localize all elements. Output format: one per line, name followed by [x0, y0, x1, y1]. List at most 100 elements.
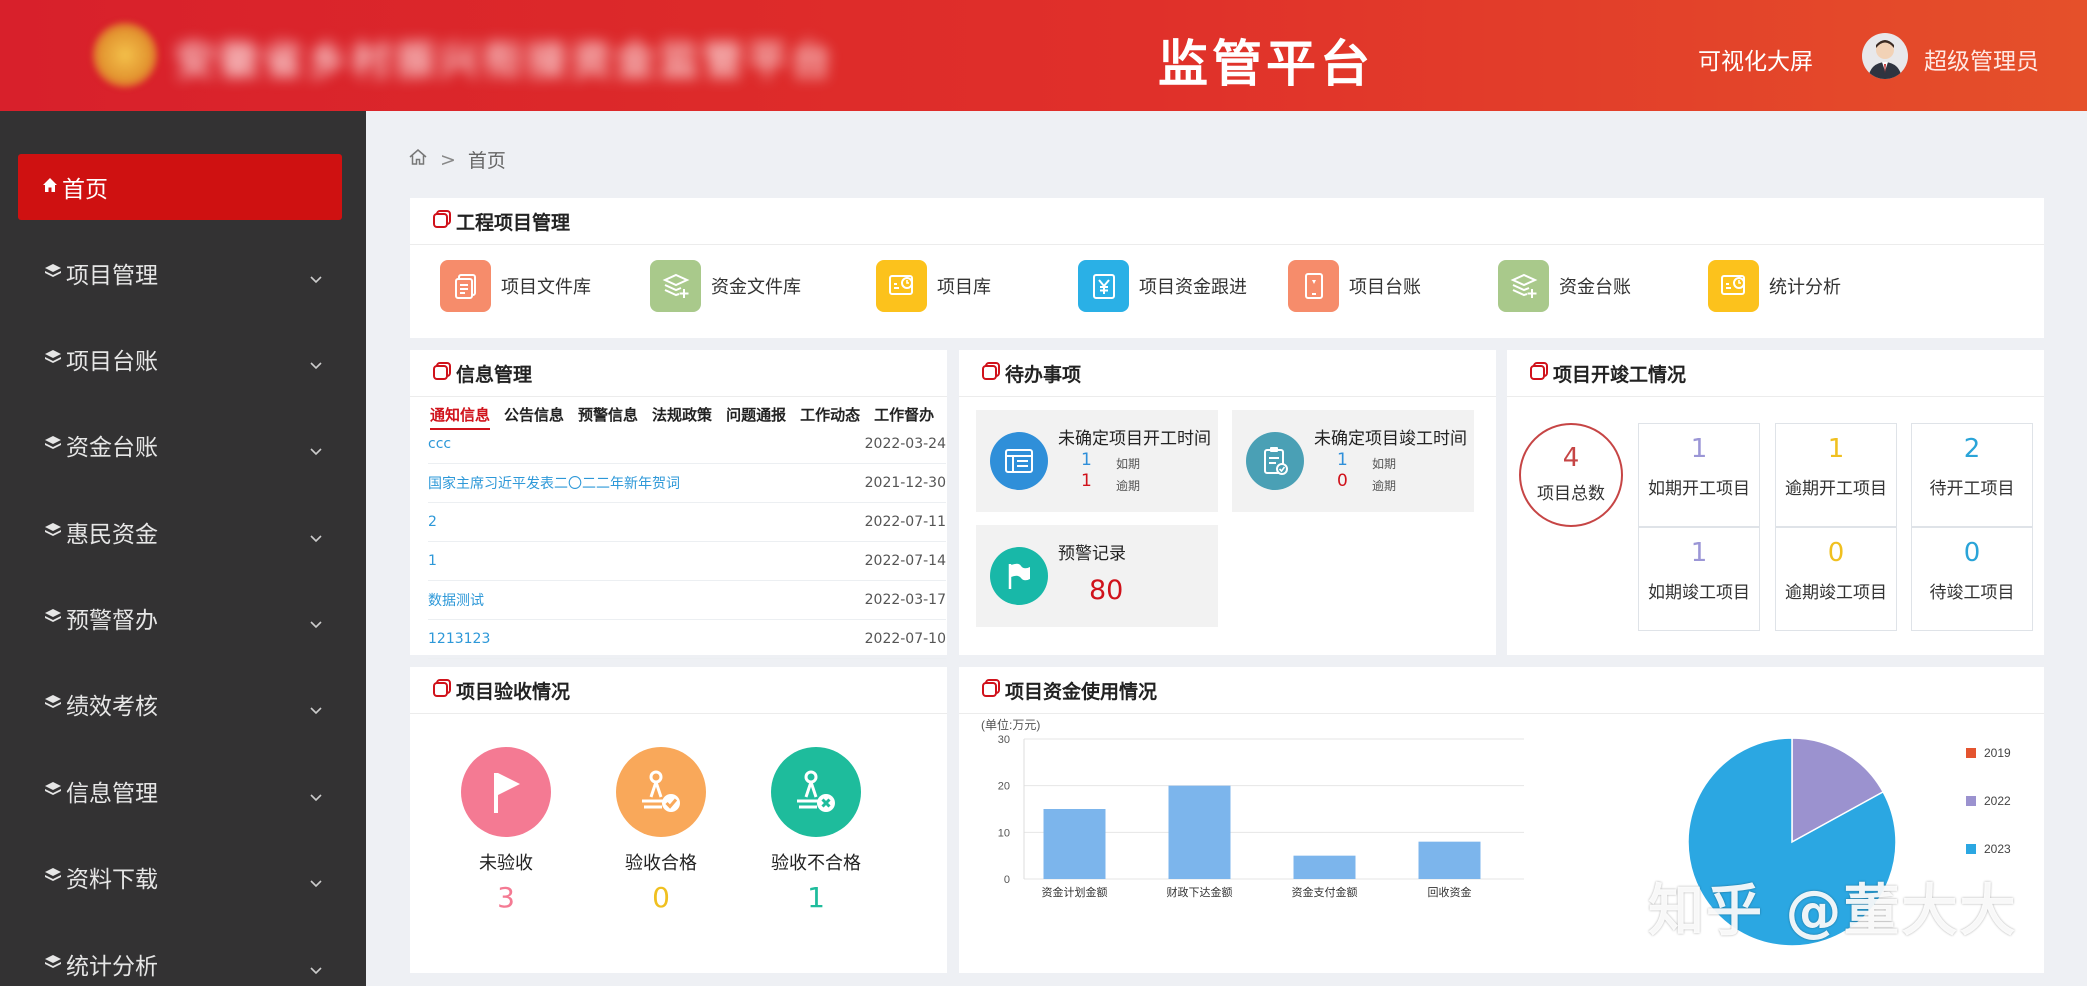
warning-record-card[interactable]: 预警记录 80 — [976, 525, 1218, 627]
sidebar-item-label: 惠民资金 — [66, 522, 158, 548]
legend-swatch — [1966, 748, 1976, 758]
undetermined-finish-card[interactable]: 未确定项目竣工时间 1 如期 0 逾期 — [1232, 410, 1474, 512]
list-document-icon — [990, 432, 1048, 490]
news-title[interactable]: 1213123 — [428, 631, 490, 647]
undetermined-start-card[interactable]: 未确定项目开工时间 1 如期 1 逾期 — [976, 410, 1218, 512]
stat-value: 0 — [1963, 538, 1981, 568]
clipboard-check-icon — [1246, 432, 1304, 490]
not-accepted-stat[interactable]: 未验收 3 — [446, 747, 566, 914]
news-title[interactable]: 国家主席习近平发表二〇二二年新年贺词 — [428, 473, 680, 493]
user-avatar[interactable] — [1862, 33, 1908, 79]
overdue-label: 逾期 — [1372, 479, 1397, 493]
news-title[interactable]: 数据测试 — [428, 590, 484, 610]
sidebar-item-info-management[interactable]: 信息管理 — [18, 758, 342, 824]
panel-title-icon — [981, 361, 1001, 385]
sidebar-item-performance[interactable]: 绩效考核 — [18, 671, 342, 737]
project-ledger-shortcut[interactable]: 项目台账 — [1288, 260, 1421, 312]
stat-ontime-start[interactable]: 1 如期开工项目 — [1638, 423, 1760, 527]
news-title[interactable]: 2 — [428, 514, 437, 530]
breadcrumb-separator: > — [440, 148, 456, 171]
sidebar-item-project-ledger[interactable]: 项目台账 — [18, 326, 342, 392]
sidebar-item-label: 资料下载 — [66, 867, 158, 893]
legend-swatch — [1966, 796, 1976, 806]
news-title[interactable]: 1 — [428, 553, 437, 569]
list-item[interactable]: 国家主席习近平发表二〇二二年新年贺词 2021-12-30 — [428, 464, 946, 503]
chart-clock-icon — [876, 260, 927, 312]
news-date: 2022-07-14 — [864, 553, 946, 569]
stat-label: 如期开工项目 — [1648, 479, 1750, 499]
panel-header: 工程项目管理 — [410, 198, 2044, 245]
national-emblem-logo — [92, 22, 158, 88]
todo-card-title: 未确定项目竣工时间 — [1314, 429, 1467, 449]
layers-icon — [44, 867, 62, 887]
sidebar-item-project-management[interactable]: 项目管理 — [18, 240, 342, 306]
bar — [1293, 855, 1356, 879]
layers-icon — [44, 694, 62, 714]
list-item[interactable]: 数据测试 2022-03-17 — [428, 581, 946, 620]
accepted-qualified-stat[interactable]: 验收合格 0 — [601, 747, 721, 914]
total-projects-label: 项目总数 — [1537, 484, 1605, 504]
sidebar-item-fund-ledger[interactable]: 资金台账 — [18, 412, 342, 478]
total-projects-value: 4 — [1562, 443, 1580, 473]
stat-pending-finish[interactable]: 0 待竣工项目 — [1911, 527, 2033, 631]
project-library-shortcut[interactable]: 项目库 — [876, 260, 991, 312]
stat-ontime-finish[interactable]: 1 如期竣工项目 — [1638, 527, 1760, 631]
layers-icon — [44, 263, 62, 283]
panel-title: 信息管理 — [456, 363, 533, 386]
stat-overdue-finish[interactable]: 0 逾期竣工项目 — [1775, 527, 1897, 631]
visualization-screen-link[interactable]: 可视化大屏 — [1698, 42, 1813, 76]
accepted-unqualified-stat[interactable]: 验收不合格 1 — [756, 747, 876, 914]
tablet-icon — [1288, 260, 1339, 312]
stack-add-icon — [1498, 260, 1549, 312]
panel-header: 项目资金使用情况 — [959, 667, 2044, 714]
sidebar-item-benefit-fund[interactable]: 惠民资金 — [18, 499, 342, 565]
sidebar-item-statistics[interactable]: 统计分析 — [18, 931, 342, 986]
stat-value: 1 — [1827, 434, 1845, 464]
list-item[interactable]: 1213123 2022-07-10 — [428, 620, 946, 659]
sidebar-item-warning-supervision[interactable]: 预警督办 — [18, 585, 342, 651]
overdue-value: 0 — [1337, 471, 1348, 491]
shortcut-label: 资金文件库 — [711, 277, 801, 298]
sidebar-item-label: 绩效考核 — [66, 694, 158, 720]
panel-title-icon — [432, 361, 452, 385]
home-icon[interactable] — [408, 148, 428, 171]
panel-title: 工程项目管理 — [456, 211, 571, 234]
shortcut-label: 项目台账 — [1349, 277, 1421, 298]
list-item[interactable]: 1 2022-07-14 — [428, 542, 946, 581]
fund-ledger-shortcut[interactable]: 资金台账 — [1498, 260, 1631, 312]
panel-header: 项目验收情况 — [410, 667, 947, 714]
stat-overdue-start[interactable]: 1 逾期开工项目 — [1775, 423, 1897, 527]
project-document-library-shortcut[interactable]: 项目文件库 — [440, 260, 591, 312]
chart-clock-icon — [1708, 260, 1759, 312]
news-date: 2021-12-30 — [864, 475, 946, 491]
todo-card-title: 未确定项目开工时间 — [1058, 429, 1211, 449]
legend-swatch — [1966, 844, 1976, 854]
stat-pending-start[interactable]: 2 待开工项目 — [1911, 423, 2033, 527]
fund-document-library-shortcut[interactable]: 资金文件库 — [650, 260, 801, 312]
document-library-icon — [440, 260, 491, 312]
shortcut-label: 项目库 — [937, 277, 991, 298]
user-name[interactable]: 超级管理员 — [1924, 42, 2039, 76]
project-fund-tracking-shortcut[interactable]: 项目资金跟进 — [1078, 260, 1247, 312]
sidebar-item-home[interactable]: 首页 — [18, 154, 342, 220]
sidebar-item-downloads[interactable]: 资料下载 — [18, 844, 342, 910]
breadcrumb-current: 首页 — [467, 150, 506, 172]
blurred-organization-title: 安徽省乡村振兴衔接资金监管平台 — [175, 38, 835, 84]
y-tick-label: 30 — [998, 734, 1010, 746]
list-item[interactable]: 2 2022-07-11 — [428, 503, 946, 542]
chevron-down-icon — [310, 782, 322, 808]
acceptance-value: 1 — [807, 881, 825, 914]
total-projects-circle[interactable]: 4 项目总数 — [1519, 423, 1623, 527]
news-title[interactable]: ccc — [428, 436, 451, 452]
layers-icon — [44, 435, 62, 455]
shortcut-label: 资金台账 — [1559, 277, 1631, 298]
stat-label: 如期竣工项目 — [1648, 583, 1750, 603]
panel-title-icon — [1529, 361, 1549, 385]
stamp-cross-icon — [771, 747, 861, 837]
start-finish-panel: 项目开竣工情况 4 项目总数 1 如期开工项目 1 逾期开工项目 2 待开工项目… — [1507, 350, 2044, 655]
list-item[interactable]: ccc 2022-03-24 — [428, 425, 946, 464]
ontime-value: 1 — [1081, 450, 1092, 470]
statistics-shortcut[interactable]: 统计分析 — [1708, 260, 1841, 312]
chevron-down-icon — [310, 264, 322, 290]
top-header: 安徽省乡村振兴衔接资金监管平台 监管平台 可视化大屏 超级管理员 — [0, 0, 2087, 111]
